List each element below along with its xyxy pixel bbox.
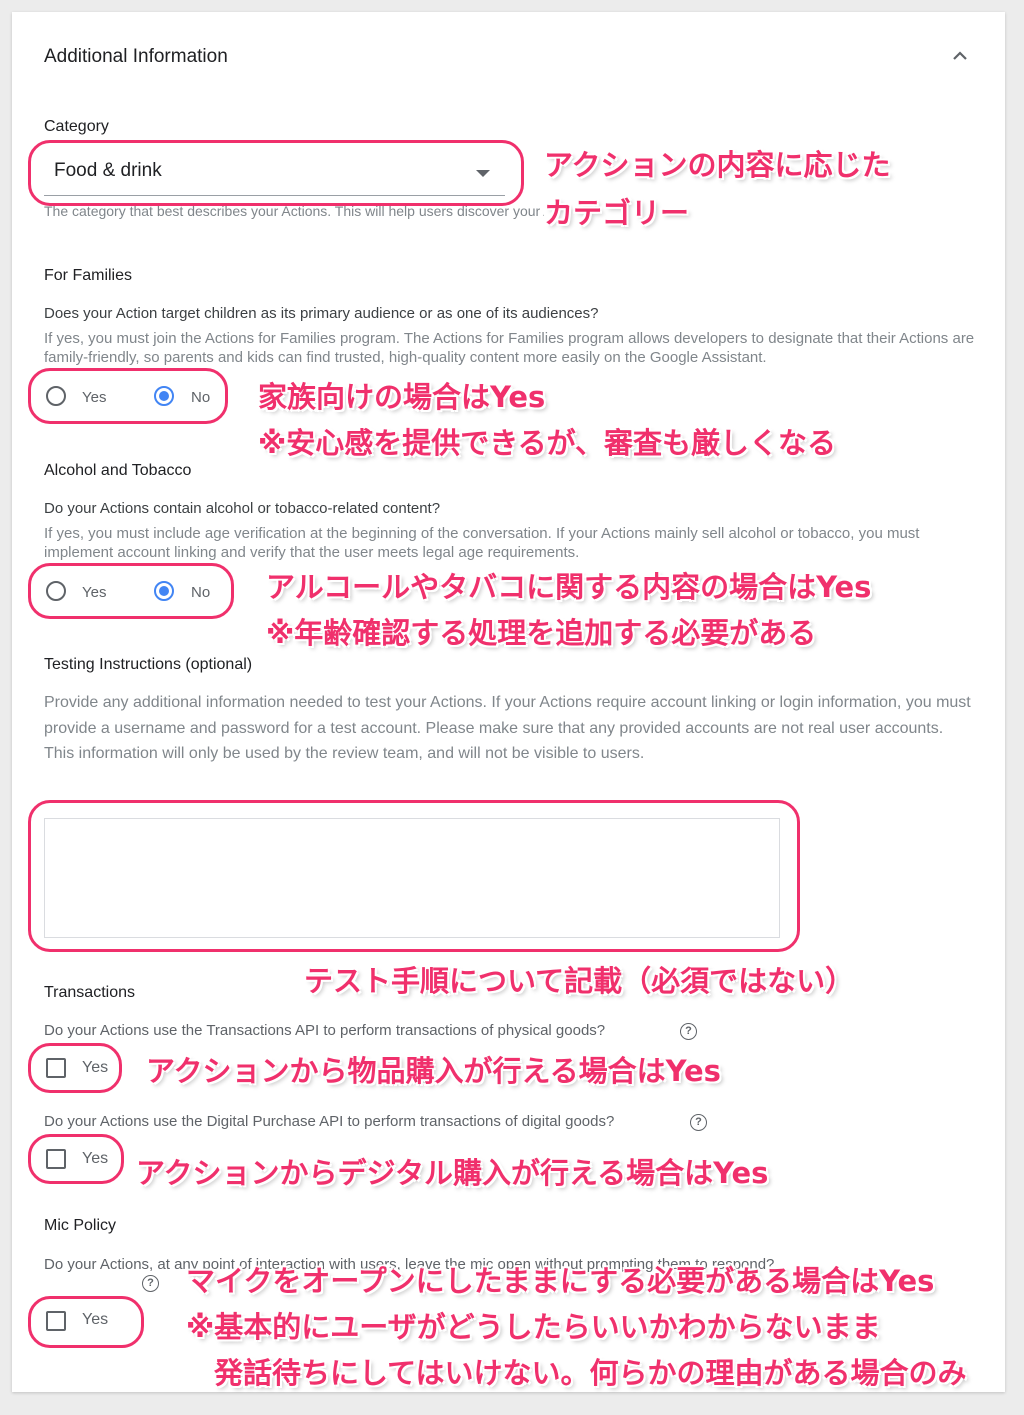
annotation-category-line2: カテゴリー <box>544 196 690 230</box>
annotation-testing: テスト手順について記載（必須ではない） <box>304 964 855 998</box>
transactions-digital-question: Do your Actions use the Digital Purchase… <box>44 1113 615 1130</box>
families-yes-radio[interactable] <box>46 386 66 406</box>
dropdown-caret-icon[interactable] <box>476 170 490 177</box>
annotation-mic-line3: 発話待ちにしてはいけない。何らかの理由がある場合のみ <box>214 1356 967 1390</box>
transactions-physical-yes-label[interactable]: Yes <box>82 1059 108 1077</box>
transactions-physical-question: Do your Actions use the Transactions API… <box>44 1022 606 1039</box>
families-label: For Families <box>44 267 133 284</box>
mic-policy-yes-label[interactable]: Yes <box>82 1311 108 1329</box>
families-no-radio[interactable] <box>154 386 174 406</box>
mic-policy-label: Mic Policy <box>44 1217 117 1234</box>
alcohol-no-radio[interactable] <box>154 581 174 601</box>
families-no-label[interactable]: No <box>191 389 210 406</box>
testing-help: Provide any additional information neede… <box>44 694 971 762</box>
transactions-digital-yes-label[interactable]: Yes <box>82 1150 108 1168</box>
testing-instructions-textarea[interactable] <box>44 818 780 938</box>
families-question: Does your Action target children as its … <box>44 305 599 322</box>
annotation-alcohol-line1: アルコールやタバコに関する内容の場合はYes <box>266 570 872 604</box>
help-circle-icon[interactable]: ? <box>690 1114 707 1131</box>
families-yes-label[interactable]: Yes <box>82 389 106 406</box>
annotation-mic-line2: ※基本的にユーザがどうしたらいいかわからないまま <box>186 1310 881 1344</box>
annotation-alcohol-line2: ※年齢確認する処理を追加する必要がある <box>266 616 817 650</box>
category-help: The category that best describes your Ac… <box>44 203 544 219</box>
category-label: Category <box>44 118 109 135</box>
alcohol-no-label[interactable]: No <box>191 584 210 601</box>
annotation-mic-line1: マイクをオープンにしたままにする必要がある場合はYes <box>186 1264 935 1298</box>
alcohol-yes-radio[interactable] <box>46 581 66 601</box>
testing-label: Testing Instructions (optional) <box>44 656 253 673</box>
alcohol-label: Alcohol and Tobacco <box>44 462 192 479</box>
annotation-families-line1: 家族向けの場合はYes <box>258 380 546 414</box>
alcohol-yes-label[interactable]: Yes <box>82 584 106 601</box>
help-circle-icon[interactable]: ? <box>680 1023 697 1040</box>
alcohol-help: If yes, you must include age verificatio… <box>44 525 920 561</box>
category-select-value[interactable]: Food & drink <box>54 160 162 182</box>
transactions-digital-checkbox[interactable] <box>46 1149 66 1169</box>
annotation-transactions-physical: アクションから物品購入が行える場合はYes <box>146 1054 721 1088</box>
chevron-up-icon[interactable] <box>948 44 972 68</box>
families-help: If yes, you must join the Actions for Fa… <box>44 330 975 366</box>
annotation-category-line1: アクションの内容に応じた <box>544 148 891 182</box>
help-circle-icon[interactable]: ? <box>142 1275 159 1292</box>
mic-policy-checkbox[interactable] <box>46 1311 66 1331</box>
annotation-families-line2: ※安心感を提供できるが、審査も厳しくなる <box>258 426 837 460</box>
section-title: Additional Information <box>44 46 228 67</box>
transactions-physical-checkbox[interactable] <box>46 1058 66 1078</box>
transactions-label: Transactions <box>44 984 135 1001</box>
alcohol-question: Do your Actions contain alcohol or tobac… <box>44 500 441 517</box>
annotation-transactions-digital: アクションからデジタル購入が行える場合はYes <box>136 1156 769 1190</box>
